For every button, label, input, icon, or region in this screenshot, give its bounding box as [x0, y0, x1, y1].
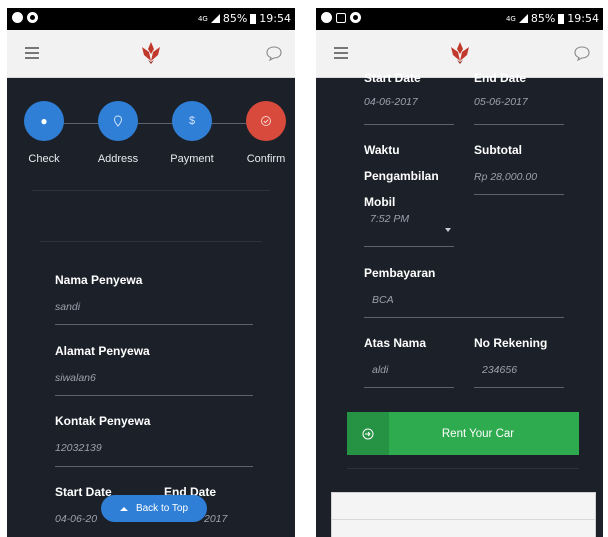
waktu-pengambilan-select[interactable]: Waktu Pengambilan Mobil 7:52 PM: [364, 141, 456, 225]
back-to-top-button[interactable]: Back to Top: [101, 495, 207, 522]
signal-icon: [210, 14, 220, 23]
kontak-penyewa-field[interactable]: Kontak Penyewa 12032139: [55, 412, 150, 454]
field-underline: [55, 466, 253, 467]
dollar-icon: $: [172, 101, 212, 141]
checkout-form: Start Date 04-06-2017 End Date 05-06-201…: [316, 71, 603, 537]
chat-bubble-icon[interactable]: [265, 45, 283, 61]
field-label: Subtotal: [474, 143, 522, 157]
card-divider: [332, 519, 595, 520]
battery-percent: 85%: [530, 12, 556, 25]
field-label: End Date: [474, 71, 527, 85]
right-screen: 4G 85% 19:54 Start Date 04-06-2017 End D…: [316, 8, 603, 537]
field-label: Kontak Penyewa: [55, 414, 151, 428]
checkout-form: ● Check Address $ Payment Confirm Nama P…: [7, 78, 295, 537]
battery-percent: 85%: [222, 12, 248, 25]
image-icon: [336, 12, 346, 23]
network-type: 4G: [505, 14, 516, 23]
signal-icon: [518, 14, 528, 23]
field-label: Pembayaran: [364, 266, 436, 280]
step-address[interactable]: Address: [88, 101, 148, 165]
chat-bubble-icon[interactable]: [573, 45, 591, 61]
field-underline: [474, 387, 564, 388]
camera-icon: [27, 12, 38, 23]
divider: [32, 190, 270, 191]
caret-up-icon: [119, 506, 128, 511]
atas-nama-field[interactable]: Atas Nama aldi: [364, 334, 426, 376]
start-date-field[interactable]: Start Date 04-06-2017: [364, 69, 421, 108]
field-label: Pengambilan: [364, 169, 439, 183]
field-value: 04-06-2017: [364, 96, 418, 108]
location-pin-icon: [98, 101, 138, 141]
no-rekening-field[interactable]: No Rekening 234656: [474, 334, 547, 376]
field-value: 7:52 PM: [370, 213, 410, 225]
field-value: aldi: [372, 364, 389, 376]
field-underline: [364, 387, 454, 388]
whatsapp-icon: [321, 12, 332, 23]
step-label: Confirm: [246, 153, 286, 165]
field-underline: [364, 246, 454, 247]
field-label: Start Date: [364, 71, 421, 85]
field-underline: [474, 124, 564, 125]
field-value: Rp 28,000.00: [474, 171, 538, 183]
field-label: Alamat Penyewa: [55, 344, 150, 358]
field-value: 05-06-2017: [474, 96, 528, 108]
step-label: Check: [28, 153, 60, 165]
dot-icon: ●: [24, 101, 64, 141]
pembayaran-field[interactable]: Pembayaran BCA: [364, 264, 435, 306]
hamburger-icon[interactable]: [334, 47, 348, 59]
field-underline: [364, 317, 564, 318]
battery-icon: [250, 13, 257, 24]
field-underline: [55, 324, 253, 325]
divider: [40, 241, 262, 242]
lotus-logo: [142, 42, 160, 64]
camera-icon: [350, 12, 361, 23]
field-underline: [474, 194, 564, 195]
summary-card: [331, 492, 596, 537]
field-label: Nama Penyewa: [55, 273, 143, 287]
left-screen: 4G 85% 19:54 ● Check Address $ Payment C…: [7, 8, 295, 537]
status-bar: 4G 85% 19:54: [7, 8, 295, 30]
clock: 19:54: [567, 12, 599, 25]
field-value: BCA: [372, 294, 394, 306]
whatsapp-icon: [12, 12, 23, 23]
step-payment[interactable]: $ Payment: [162, 101, 222, 165]
back-to-top-label: Back to Top: [135, 503, 189, 514]
field-label: Mobil: [364, 195, 396, 209]
field-label: Waktu: [364, 143, 400, 157]
dropdown-arrow-icon: [445, 228, 451, 232]
step-label: Payment: [170, 153, 214, 165]
nama-penyewa-field[interactable]: Nama Penyewa sandi: [55, 271, 142, 313]
check-circle-icon: [246, 101, 286, 141]
rent-button-label: Rent Your Car: [441, 427, 515, 440]
lotus-logo: [450, 42, 469, 64]
step-confirm[interactable]: Confirm: [236, 101, 295, 165]
field-value: sandi: [55, 301, 81, 313]
status-bar: 4G 85% 19:54: [316, 8, 603, 30]
sign-in-icon: [347, 412, 389, 455]
field-value: siwalan6: [55, 372, 96, 384]
field-label: Atas Nama: [364, 336, 427, 350]
field-value: 12032139: [55, 442, 102, 454]
field-label: No Rekening: [474, 336, 548, 350]
field-underline: [364, 124, 454, 125]
step-check[interactable]: ● Check: [14, 101, 74, 165]
network-type: 4G: [197, 14, 208, 23]
alamat-penyewa-field[interactable]: Alamat Penyewa siwalan6: [55, 342, 150, 384]
clock: 19:54: [259, 12, 291, 25]
stepper-line: [43, 123, 265, 124]
battery-icon: [558, 13, 565, 24]
end-date-field[interactable]: End Date 05-06-2017: [474, 69, 528, 108]
field-label: Start Date: [55, 485, 112, 499]
hamburger-icon[interactable]: [25, 47, 39, 59]
app-bar: [316, 30, 603, 78]
subtotal-field: Subtotal Rp 28,000.00: [474, 141, 537, 183]
field-value: 234656: [482, 364, 518, 376]
field-underline: [55, 395, 253, 396]
app-bar: [7, 30, 295, 78]
step-label: Address: [97, 153, 139, 165]
rent-your-car-button[interactable]: Rent Your Car: [347, 412, 579, 455]
divider: [347, 468, 579, 469]
